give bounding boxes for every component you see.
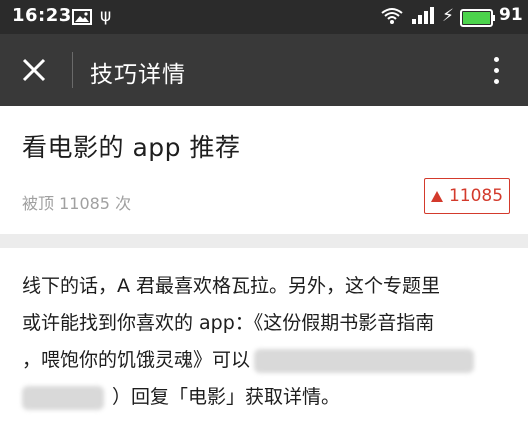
signal-icon bbox=[410, 7, 438, 29]
tip-title: 看电影的 app 推荐 bbox=[22, 133, 241, 162]
close-icon[interactable] bbox=[20, 56, 48, 84]
upvote-button[interactable]: 11085 bbox=[424, 178, 510, 214]
battery-icon bbox=[460, 9, 496, 31]
toolbar: 技巧详情 bbox=[0, 34, 528, 106]
page-title: 技巧详情 bbox=[90, 62, 186, 88]
upvote-arrow-icon bbox=[430, 190, 443, 202]
section-divider bbox=[0, 234, 528, 248]
more-menu-icon[interactable] bbox=[486, 54, 506, 88]
upvote-meta: 被顶 11085 次 bbox=[22, 194, 132, 213]
redacted-text bbox=[254, 348, 475, 373]
status-bar: 16:23 ψ ⚡ 91 bbox=[0, 0, 528, 34]
redacted-text bbox=[22, 385, 104, 410]
content-line-4: ）回复「电影」获取详情。 bbox=[112, 386, 341, 408]
battery-percent: 91 bbox=[499, 5, 523, 25]
image-icon bbox=[72, 9, 92, 29]
content-line-3: ，喂饱你的饥饿灵魂》可以 bbox=[22, 349, 251, 371]
upvote-count: 11085 bbox=[448, 186, 504, 206]
wifi-icon bbox=[380, 7, 404, 29]
usb-icon: ψ bbox=[100, 6, 112, 26]
tip-header: 看电影的 app 推荐 被顶 11085 次 11085 bbox=[0, 106, 528, 234]
toolbar-divider bbox=[72, 52, 73, 88]
content-line-1: 线下的话，A 君最喜欢格瓦拉。另外，这个专题里 bbox=[22, 275, 441, 297]
status-time: 16:23 bbox=[12, 5, 72, 26]
charging-icon: ⚡ bbox=[442, 6, 454, 26]
content-line-2: 或许能找到你喜欢的 app：《这份假期书影音指南 bbox=[22, 312, 435, 334]
